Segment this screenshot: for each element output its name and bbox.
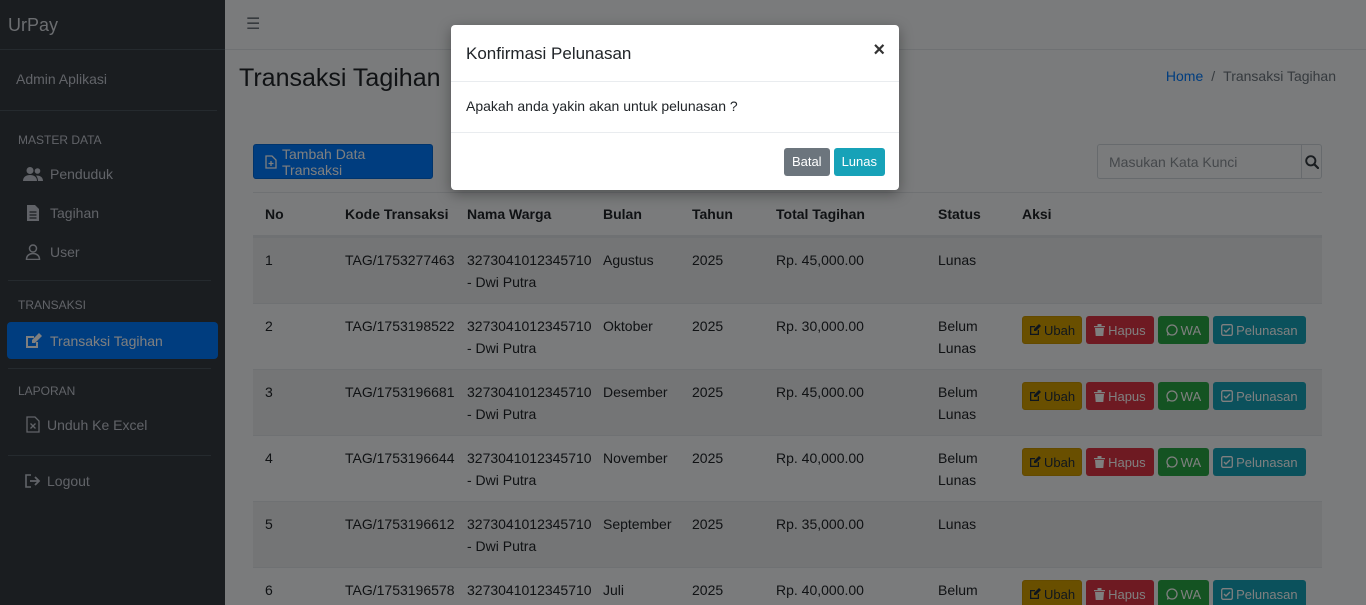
confirm-lunas-button[interactable]: Lunas [833,147,885,176]
confirm-pelunasan-modal: Konfirmasi Pelunasan × Apakah anda yakin… [451,25,899,190]
modal-title: Konfirmasi Pelunasan [466,44,632,63]
modal-header: Konfirmasi Pelunasan × [451,25,899,82]
modal-body: Apakah anda yakin akan untuk pelunasan ? [451,82,899,133]
cancel-button[interactable]: Batal [783,147,830,176]
modal-footer: Batal Lunas [451,133,899,190]
close-icon[interactable]: × [873,39,885,62]
